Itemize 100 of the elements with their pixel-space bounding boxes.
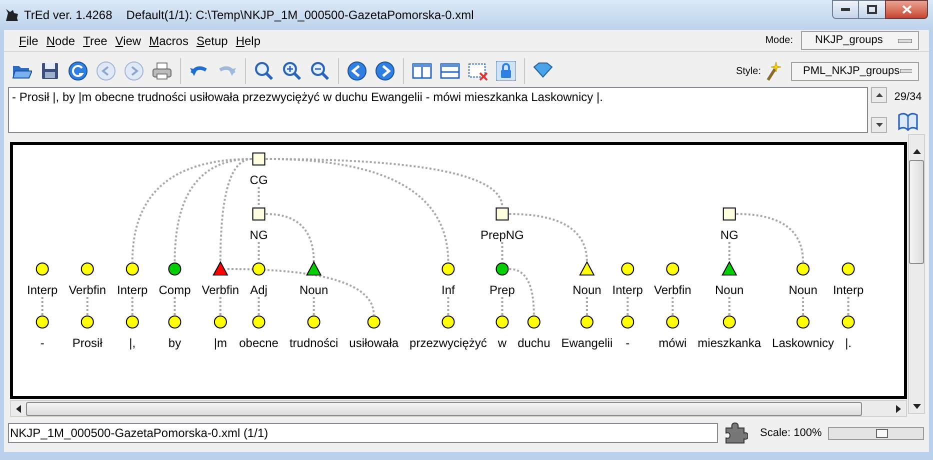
printer-icon[interactable] <box>152 61 172 81</box>
tag-node[interactable] <box>252 262 266 276</box>
sentence-text[interactable]: - Prosił |, by |m obecne trudności usiłowała przezwyciężyć w duchu Ewangelii - mówi mieszkanka Laskownicy |. <box>8 87 868 133</box>
magnifier-minus-icon[interactable] <box>310 61 330 81</box>
word-node[interactable] <box>496 316 509 328</box>
book-icon[interactable] <box>897 110 919 130</box>
tag-label: Prep <box>490 283 515 297</box>
slider-thumb[interactable] <box>876 428 888 438</box>
horizontal-scrollbar[interactable] <box>10 400 907 417</box>
magic-wand-icon[interactable] <box>765 61 781 81</box>
minimize-button[interactable] <box>832 0 859 19</box>
magnifier-icon[interactable] <box>254 61 274 81</box>
tag-node[interactable] <box>212 260 228 276</box>
tag-label: Verbfin <box>654 283 692 297</box>
tag-node[interactable] <box>80 262 94 276</box>
word-label: Ewangelii <box>561 336 613 350</box>
right-arrow-icon[interactable] <box>896 404 901 412</box>
word-label: |, <box>129 336 136 350</box>
scale-slider[interactable] <box>828 426 924 440</box>
word-node[interactable] <box>168 316 182 328</box>
word-label: - <box>40 336 44 350</box>
up-arrow-icon[interactable] <box>912 149 920 154</box>
word-label: w <box>498 336 507 350</box>
tag-node[interactable] <box>579 260 595 276</box>
right-arrow-circle-icon[interactable] <box>375 61 395 81</box>
edge-line <box>86 297 88 315</box>
word-node[interactable] <box>842 316 855 328</box>
tag-label: Verbfin <box>68 283 106 297</box>
edge-line <box>219 297 222 315</box>
tag-label: Interp <box>832 283 864 297</box>
magnifier-plus-icon[interactable] <box>282 61 302 81</box>
puzzle-piece-icon[interactable] <box>724 422 748 444</box>
tag-node[interactable] <box>621 262 634 276</box>
word-node[interactable] <box>214 316 227 328</box>
group-node[interactable] <box>252 208 266 220</box>
word-node[interactable] <box>527 316 540 328</box>
tag-label: Comp <box>158 283 191 297</box>
scrollbar-thumb[interactable] <box>909 160 924 264</box>
left-arrow-circle-icon[interactable] <box>347 61 367 81</box>
scroll-up-button[interactable] <box>871 87 887 103</box>
word-node[interactable] <box>666 316 680 328</box>
word-node[interactable] <box>307 316 320 328</box>
word-node[interactable] <box>367 316 380 328</box>
tag-node[interactable] <box>496 262 509 276</box>
menu-item[interactable]: File <box>15 32 42 50</box>
close-button[interactable] <box>885 0 928 19</box>
word-node[interactable] <box>126 316 139 328</box>
word-node[interactable] <box>252 316 266 328</box>
group-node[interactable] <box>722 208 736 220</box>
down-arrow-icon[interactable] <box>912 404 920 409</box>
group-node[interactable] <box>252 152 266 166</box>
tag-node[interactable] <box>168 262 182 276</box>
mode-dropdown[interactable]: NKJP_groups <box>801 31 919 50</box>
menu-item[interactable]: View <box>111 32 146 50</box>
tag-node[interactable] <box>126 262 139 276</box>
edge-line <box>131 297 134 315</box>
tag-label: Noun <box>715 283 744 297</box>
style-dropdown[interactable]: PML_NKJP_groups <box>791 62 919 80</box>
word-label: |. <box>845 336 852 350</box>
word-node[interactable] <box>80 316 94 328</box>
style-label: Style: <box>736 64 761 78</box>
lock-icon[interactable] <box>496 61 516 81</box>
group-node[interactable] <box>496 208 509 220</box>
tag-node[interactable] <box>36 262 49 276</box>
word-label: usiłowała <box>349 336 399 350</box>
scale-label: Scale: 100% <box>760 426 822 441</box>
scroll-down-button[interactable] <box>871 117 887 133</box>
maximize-button[interactable] <box>859 0 885 19</box>
menu-item[interactable]: Macros <box>145 32 192 50</box>
tag-node[interactable] <box>842 262 855 276</box>
group-label: PrepNG <box>480 228 524 242</box>
tag-label: Interp <box>612 283 643 297</box>
tag-node[interactable] <box>722 260 738 276</box>
dropdown-bar-icon <box>898 38 912 42</box>
tag-node[interactable] <box>306 260 322 276</box>
tag-label: Noun <box>788 283 818 297</box>
word-node[interactable] <box>722 316 736 328</box>
word-node[interactable] <box>36 316 49 328</box>
word-node[interactable] <box>580 316 594 328</box>
tag-node[interactable] <box>666 262 680 276</box>
edge-line <box>586 297 588 315</box>
menu-item[interactable]: Setup <box>192 32 232 50</box>
maximize-icon <box>867 5 877 14</box>
word-node[interactable] <box>621 316 634 328</box>
menu-item[interactable]: Help <box>232 32 265 50</box>
rows-layout-icon[interactable] <box>440 61 460 81</box>
word-label: Laskownicy <box>772 336 834 350</box>
word-label: przezwyciężyć <box>410 336 487 350</box>
columns-layout-icon[interactable] <box>412 61 432 81</box>
menu-item[interactable]: Tree <box>79 32 112 50</box>
menu-item[interactable]: Node <box>42 32 80 50</box>
word-node[interactable] <box>442 316 455 328</box>
tag-node[interactable] <box>442 262 455 276</box>
tag-node[interactable] <box>796 262 810 276</box>
window-cross-icon[interactable] <box>468 61 488 81</box>
left-arrow-icon[interactable] <box>16 404 21 412</box>
word-node[interactable] <box>796 316 810 328</box>
scrollbar-thumb[interactable] <box>26 402 862 416</box>
dropdown-bar-icon <box>900 69 912 73</box>
vertical-scrollbar[interactable] <box>908 134 925 414</box>
